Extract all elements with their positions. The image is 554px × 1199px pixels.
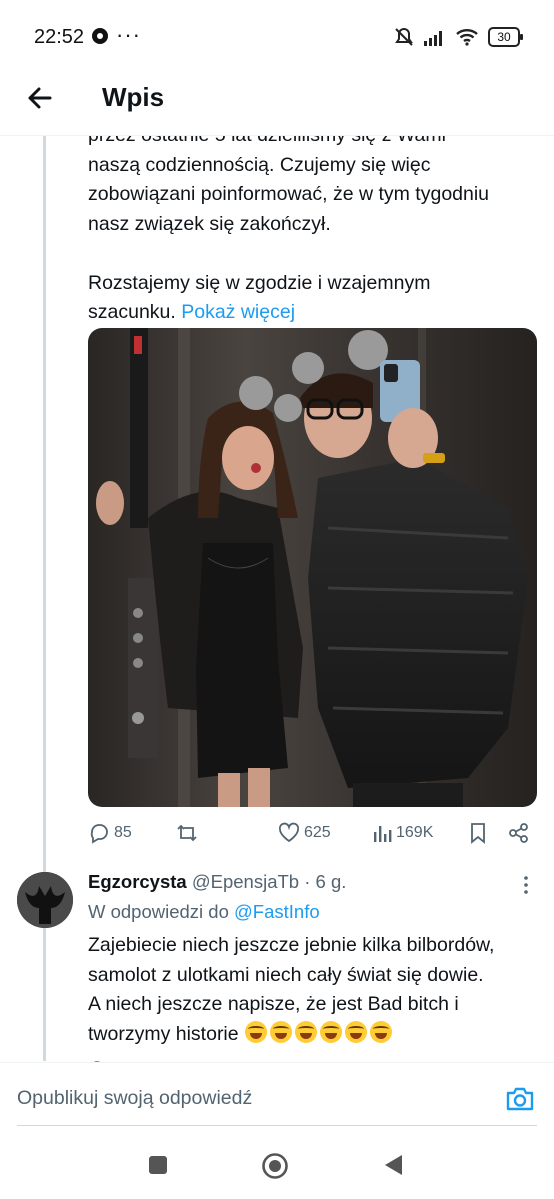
triangle-back-icon <box>385 1155 402 1175</box>
like-button[interactable]: 625 <box>278 818 331 848</box>
wifi-icon <box>456 29 478 46</box>
tweet-text-line: Rozstajemy się w zgodzie i wzajemnym <box>88 271 431 294</box>
input-underline <box>17 1125 537 1126</box>
battery-icon: 30 <box>488 27 523 47</box>
tweet-photo[interactable] <box>88 328 537 807</box>
back-button[interactable] <box>22 80 58 116</box>
show-more-link[interactable]: Pokaż więcej <box>181 301 295 323</box>
clock: 22:52 <box>34 26 85 48</box>
view-count: 169K <box>396 824 434 841</box>
page-title: Wpis <box>102 82 165 112</box>
reply-text-line: Zajebiecie niech jeszcze jebnie kilka bi… <box>88 934 495 956</box>
author-name[interactable]: Egzorcysta <box>88 871 187 892</box>
home-button[interactable] <box>261 1152 288 1179</box>
square-icon <box>149 1156 167 1174</box>
soccer-ball-icon <box>92 28 108 44</box>
tweet-actions: 85 625 169K <box>88 818 537 848</box>
signal-icon <box>424 31 442 46</box>
laughing-emoji-icon <box>319 1020 342 1043</box>
reply-input[interactable]: Opublikuj swoją odpowiedź <box>17 1087 252 1110</box>
camera-button[interactable] <box>505 1085 535 1113</box>
reply-icon <box>90 824 108 844</box>
share-button[interactable] <box>508 818 530 848</box>
share-icon <box>509 823 528 843</box>
status-bar: 22:52 ··· 30 <box>0 0 554 70</box>
retweet-icon <box>177 824 197 842</box>
reply-count: 85 <box>114 824 132 841</box>
separator: · <box>304 871 311 892</box>
bookmark-button[interactable] <box>468 818 488 848</box>
devil-avatar-icon <box>17 872 73 928</box>
tweet-text-line: szacunku. Pokaż więcej <box>88 298 528 328</box>
tweet-text-line: zobowiązani poinformować, że w tym tygod… <box>88 183 490 205</box>
arrow-left-icon <box>28 87 52 109</box>
retweet-button[interactable] <box>176 818 202 848</box>
reply-to-mention[interactable]: @FastInfo <box>234 901 320 922</box>
views-chart-icon <box>374 826 392 842</box>
timestamp: 6 g. <box>315 871 347 892</box>
views-button[interactable]: 169K <box>372 818 433 848</box>
top-app-bar: Wpis <box>0 70 554 136</box>
avatar[interactable] <box>17 872 73 928</box>
recents-button[interactable] <box>145 1152 171 1178</box>
bookmark-icon <box>471 823 485 844</box>
back-nav-button[interactable] <box>381 1152 407 1178</box>
system-navigation-bar <box>0 1138 554 1199</box>
tweet-text: przez ostatnie 5 lat dzieliliśmy się z W… <box>88 121 528 328</box>
more-options-button[interactable] <box>519 873 533 897</box>
laughing-emoji-icon <box>269 1020 292 1043</box>
author-handle[interactable]: @EpensjaTb <box>192 871 299 892</box>
reply-text-line: A niech jeszcze napisze, że jest Bad bit… <box>88 993 459 1015</box>
emoji-row <box>244 1020 392 1043</box>
status-icons: 30 <box>393 24 523 50</box>
more-notifications-icon: ··· <box>116 22 141 47</box>
reply-text-fragment: tworzymy historie <box>88 1022 239 1045</box>
reply-text: Zajebiecie niech jeszcze jebnie kilka bi… <box>88 931 538 1049</box>
laughing-emoji-icon <box>294 1020 317 1043</box>
reply-header: Egzorcysta @EpensjaTb · 6 g. <box>88 871 346 893</box>
reply-text-line-with-emoji: tworzymy historie <box>88 1020 538 1050</box>
laughing-emoji-icon <box>344 1020 367 1043</box>
home-circle-icon <box>262 1153 288 1179</box>
reply-context: W odpowiedzi do @FastInfo <box>88 901 320 923</box>
laughing-emoji-icon <box>244 1020 267 1043</box>
couple-mirror-selfie-photo <box>88 328 537 807</box>
camera-icon <box>506 1087 534 1111</box>
reply-button[interactable]: 85 <box>88 818 132 848</box>
mute-icon <box>395 27 413 46</box>
heart-icon <box>278 822 300 843</box>
tweet-text-line: nasz związek się zakończył. <box>88 212 331 235</box>
more-vertical-icon <box>524 876 528 894</box>
tweet-text-fragment: szacunku. <box>88 301 176 323</box>
like-count: 625 <box>304 824 331 841</box>
reply-composer: Opublikuj swoją odpowiedź <box>0 1062 554 1139</box>
reply-text-line: samolot z ulotkami niech cały świat się … <box>88 963 484 986</box>
reply-to-label: W odpowiedzi do <box>88 901 229 922</box>
tweet-text-line: naszą codziennością. Czujemy się więc <box>88 153 431 176</box>
laughing-emoji-icon <box>369 1020 392 1043</box>
